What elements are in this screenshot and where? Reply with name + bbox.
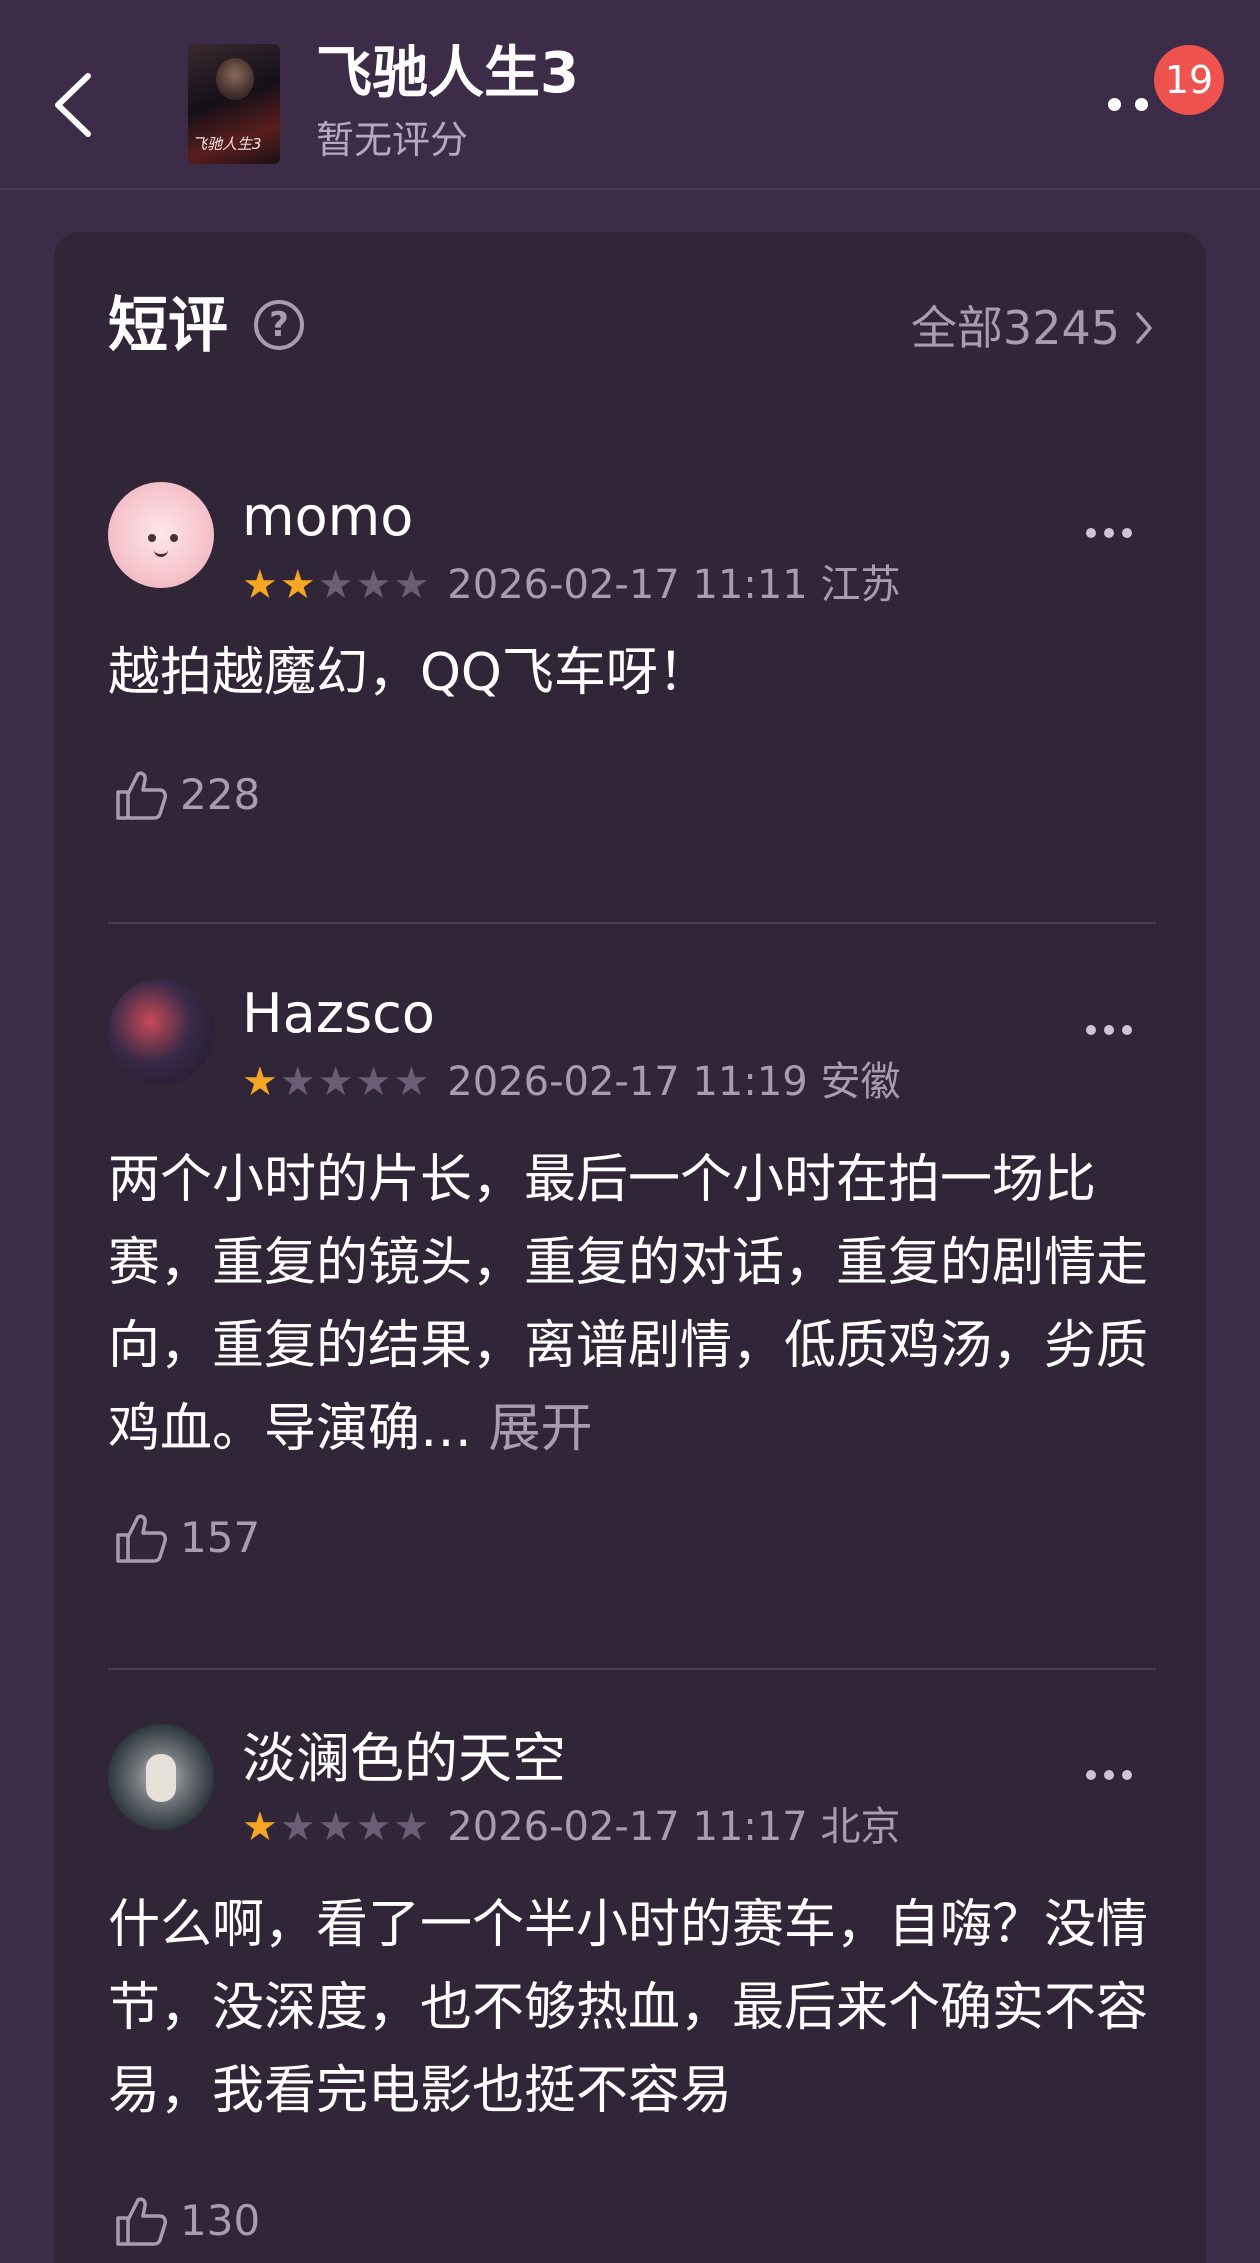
movie-title[interactable]: 飞驰人生3: [316, 40, 579, 108]
review-item: 淡澜色的天空 ★ ★ ★ ★ ★ 2026-02-17 11:17 北京 什么啊，看了一…: [108, 1724, 1156, 2263]
dot-icon: [1104, 528, 1114, 538]
star-rating: ★ ★ ★ ★ ★: [242, 1804, 429, 1850]
chevron-left-icon: [55, 73, 91, 137]
page: 飞驰人生3 飞驰人生3 暂无评分 19 短评 ? 全部3245 momo ★ ★…: [0, 0, 1260, 2263]
review-divider: [108, 922, 1156, 924]
short-reviews-card: 短评 ? 全部3245 momo ★ ★ ★ ★ ★ 2026-02-17 11:11 …: [54, 232, 1206, 2263]
star-empty-icon: ★: [279, 1059, 316, 1105]
review-meta: ★ ★ ★ ★ ★ 2026-02-17 11:19 安徽: [242, 1057, 900, 1107]
review-body: 什么啊，看了一个半小时的赛车，自嗨？没情节，没深度，也不够热血，最后来个确实不容…: [108, 1895, 1149, 2121]
review-meta: ★ ★ ★ ★ ★ 2026-02-17 11:17 北京: [242, 1802, 900, 1852]
dot-icon: [1108, 97, 1121, 111]
star-empty-icon: ★: [355, 1804, 392, 1850]
review-username[interactable]: 淡澜色的天空: [242, 1726, 566, 1792]
movie-rating: 暂无评分: [316, 118, 469, 162]
star-empty-icon: ★: [393, 1059, 430, 1105]
star-empty-icon: ★: [317, 562, 354, 608]
expand-link[interactable]: 展开: [489, 1399, 593, 1459]
dot-icon: [1122, 1025, 1132, 1035]
header-divider: [0, 188, 1260, 190]
dot-icon: [1122, 1770, 1132, 1780]
like-count: 157: [180, 1513, 261, 1562]
section-title: 短评: [108, 291, 228, 361]
review-text: 两个小时的片长，最后一个小时在拍一场比赛，重复的镜头，重复的对话，重复的剧情走向…: [108, 1139, 1168, 1471]
review-timestamp: 2026-02-17 11:11 江苏: [447, 562, 901, 608]
dot-icon: [1122, 528, 1132, 538]
review-body: 两个小时的片长，最后一个小时在拍一场比赛，重复的镜头，重复的对话，重复的剧情走向…: [108, 1150, 1149, 1459]
review-text: 什么啊，看了一个半小时的赛车，自嗨？没情节，没深度，也不够热血，最后来个确实不容…: [108, 1884, 1168, 2133]
star-empty-icon: ★: [317, 1059, 354, 1105]
review-more-button[interactable]: [1086, 526, 1140, 540]
star-empty-icon: ★: [393, 1804, 430, 1850]
review-timestamp: 2026-02-17 11:17 北京: [447, 1804, 901, 1850]
dot-icon: [1104, 1770, 1114, 1780]
review-item: momo ★ ★ ★ ★ ★ 2026-02-17 11:11 江苏 越拍越魔幻，QQ飞…: [108, 482, 1156, 832]
star-filled-icon: ★: [279, 562, 316, 608]
view-all-link[interactable]: 全部3245: [911, 298, 1154, 358]
notification-badge[interactable]: 19: [1154, 45, 1224, 115]
like-count: 228: [180, 770, 261, 819]
thumbs-up-icon: [116, 2197, 167, 2246]
star-empty-icon: ★: [355, 562, 392, 608]
star-rating: ★ ★ ★ ★ ★: [242, 1059, 429, 1105]
like-button[interactable]: 157: [114, 1511, 260, 1565]
review-more-button[interactable]: [1086, 1768, 1140, 1782]
review-divider: [108, 1668, 1156, 1670]
review-item: Hazsco ★ ★ ★ ★ ★ 2026-02-17 11:19 安徽 两个小时的片长…: [108, 979, 1156, 1563]
more-options-button[interactable]: [1108, 94, 1162, 114]
review-more-button[interactable]: [1086, 1023, 1140, 1037]
star-filled-icon: ★: [242, 562, 278, 608]
dot-icon: [1086, 528, 1096, 538]
top-bar: 飞驰人生3 飞驰人生3 暂无评分 19: [0, 0, 1260, 188]
view-all-label: 全部3245: [910, 301, 1120, 355]
avatar[interactable]: [108, 1724, 214, 1830]
chevron-right-icon: [1136, 312, 1152, 344]
star-empty-icon: ★: [393, 562, 430, 608]
poster-figure: [216, 58, 254, 100]
dot-icon: [1086, 1770, 1096, 1780]
star-empty-icon: ★: [279, 1804, 316, 1850]
dot-icon: [1086, 1025, 1096, 1035]
like-button[interactable]: 130: [114, 2194, 260, 2248]
avatar[interactable]: [108, 979, 214, 1085]
star-filled-icon: ★: [242, 1059, 278, 1105]
help-icon[interactable]: ?: [254, 300, 304, 350]
avatar-eye: [148, 534, 156, 542]
review-text: 越拍越魔幻，QQ飞车呀！: [108, 632, 1168, 715]
review-timestamp: 2026-02-17 11:19 安徽: [447, 1059, 901, 1105]
poster-caption: 飞驰人生3: [192, 135, 262, 153]
review-meta: ★ ★ ★ ★ ★ 2026-02-17 11:11 江苏: [242, 560, 900, 610]
dot-icon: [1104, 1025, 1114, 1035]
dot-icon: [1135, 97, 1148, 111]
star-empty-icon: ★: [355, 1059, 392, 1105]
thumbs-up-icon: [116, 771, 167, 820]
avatar-mouth: [154, 546, 168, 557]
like-button[interactable]: 228: [114, 768, 260, 822]
star-filled-icon: ★: [242, 1804, 278, 1850]
star-rating: ★ ★ ★ ★ ★: [242, 562, 429, 608]
thumbs-up-icon: [116, 1514, 167, 1563]
avatar-eye: [170, 534, 178, 542]
review-body: 越拍越魔幻，QQ飞车呀！: [108, 643, 710, 703]
movie-poster[interactable]: 飞驰人生3: [188, 44, 280, 164]
avatar-astronaut: [146, 1754, 176, 1802]
avatar[interactable]: [108, 482, 214, 588]
back-button[interactable]: [38, 60, 108, 150]
review-username[interactable]: momo: [242, 484, 413, 550]
review-username[interactable]: Hazsco: [242, 981, 435, 1047]
star-empty-icon: ★: [317, 1804, 354, 1850]
like-count: 130: [180, 2196, 261, 2245]
